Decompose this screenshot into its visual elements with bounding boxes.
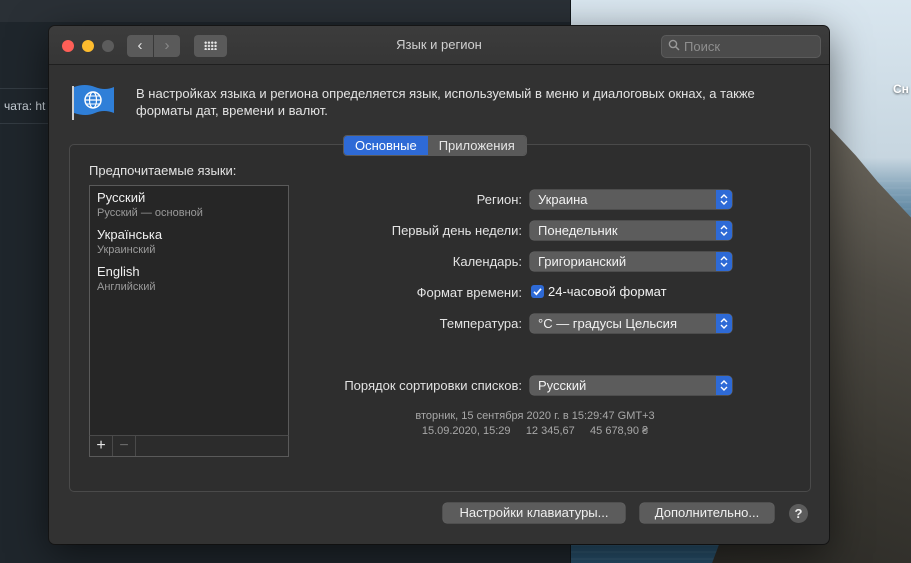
language-subtitle: Английский xyxy=(97,281,156,293)
language-subtitle: Украинский xyxy=(97,244,156,256)
calendar-select[interactable]: Григорианский xyxy=(530,252,732,271)
region-value: Украина xyxy=(538,192,588,207)
search-placeholder: Поиск xyxy=(684,39,721,54)
list-toolbar: + − xyxy=(89,435,289,457)
region-label: Регион: xyxy=(476,192,522,207)
sort-order-value: Русский xyxy=(538,378,587,393)
calendar-value: Григорианский xyxy=(538,254,627,269)
updown-chevron-icon xyxy=(716,221,732,240)
tab-bar: Основные Приложения xyxy=(343,135,527,156)
number-sample: 15.09.2020, 15:29 12 345,67 45 678,90 ₴ xyxy=(421,425,649,437)
language-name: English xyxy=(97,264,140,279)
keyboard-settings-button[interactable]: Настройки клавиатуры... xyxy=(443,503,625,523)
titlebar[interactable]: ‹ › Язык и регион Поиск xyxy=(49,26,829,65)
updown-chevron-icon xyxy=(716,252,732,271)
temperature-label: Температура: xyxy=(439,316,522,331)
help-button[interactable]: ? xyxy=(789,504,808,523)
language-name: Русский xyxy=(97,190,146,205)
24-hour-label[interactable]: 24-часовой формат xyxy=(548,284,667,299)
sort-order-label: Порядок сортировки списков: xyxy=(344,378,522,393)
search-icon xyxy=(668,39,680,51)
date-sample: вторник, 15 сентября 2020 г. в 15:29:47 … xyxy=(415,410,655,422)
first-day-label: Первый день недели: xyxy=(391,223,522,238)
first-day-value: Понедельник xyxy=(538,223,618,238)
updown-chevron-icon xyxy=(716,376,732,395)
add-language-button[interactable]: + xyxy=(90,436,113,456)
checkmark-icon xyxy=(533,288,542,296)
description-text: В настройках языка и региона определяетс… xyxy=(136,86,755,118)
list-item[interactable]: English Английский xyxy=(97,264,156,293)
preferences-window: ‹ › Язык и регион Поиск В настройках язы… xyxy=(49,26,829,544)
desktop-icon-label[interactable]: Сн xyxy=(893,82,909,96)
sort-order-select[interactable]: Русский xyxy=(530,376,732,395)
temperature-select[interactable]: °C — градусы Цельсия xyxy=(530,314,732,333)
updown-chevron-icon xyxy=(716,314,732,333)
remove-language-button[interactable]: − xyxy=(113,436,136,456)
temperature-value: °C — градусы Цельсия xyxy=(538,316,677,331)
language-list[interactable]: Русский Русский — основной Українська Ук… xyxy=(89,185,289,437)
region-select[interactable]: Украина xyxy=(530,190,732,209)
tab-apps[interactable]: Приложения xyxy=(427,136,526,155)
24-hour-checkbox[interactable] xyxy=(531,285,544,298)
search-field[interactable]: Поиск xyxy=(661,35,821,58)
language-subtitle: Русский — основной xyxy=(97,207,203,219)
preferred-languages-label: Предпочитаемые языки: xyxy=(89,163,237,178)
updown-chevron-icon xyxy=(716,190,732,209)
advanced-button[interactable]: Дополнительно... xyxy=(640,503,774,523)
calendar-label: Календарь: xyxy=(452,254,522,269)
first-day-select[interactable]: Понедельник xyxy=(530,221,732,240)
time-format-label: Формат времени: xyxy=(416,285,522,300)
list-item[interactable]: Русский Русский — основной xyxy=(97,190,203,219)
list-item[interactable]: Українська Украинский xyxy=(97,227,162,256)
tab-general[interactable]: Основные xyxy=(344,136,428,155)
language-name: Українська xyxy=(97,227,163,242)
background-window-titlebar[interactable] xyxy=(0,0,570,22)
language-flag-icon xyxy=(72,85,114,120)
